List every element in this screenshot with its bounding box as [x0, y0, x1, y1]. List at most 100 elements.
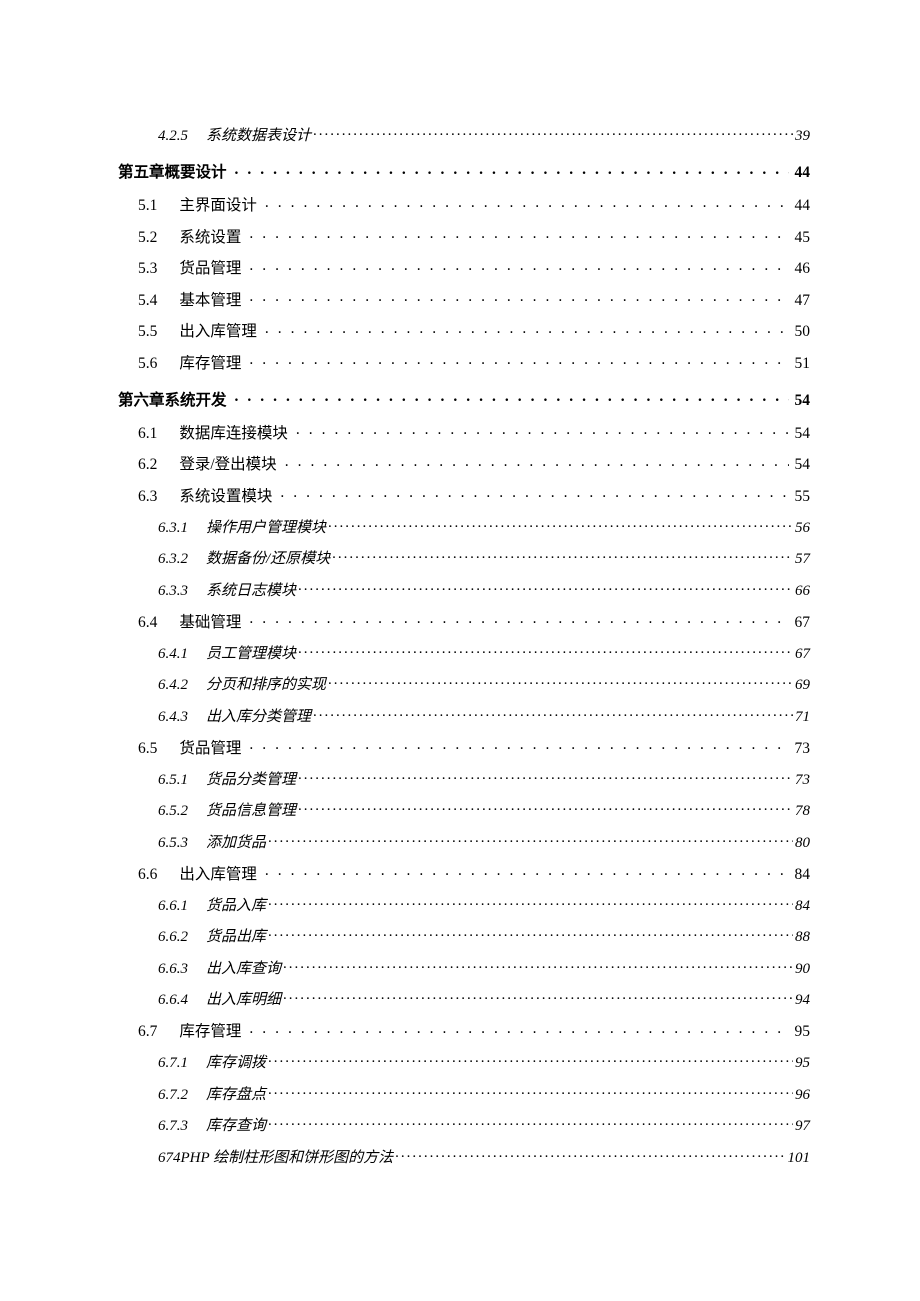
toc-entry-title: 基础管理	[179, 615, 241, 631]
toc-entry-number: 6.5.1	[158, 773, 188, 788]
toc-leader: ........................................…	[235, 389, 789, 405]
toc-entry-page: 80	[795, 836, 810, 851]
toc-entry-title: 出入库管理	[179, 867, 257, 883]
toc-entry-page: 66	[795, 584, 810, 599]
toc-chapter: 第六章系统开发.................................…	[118, 389, 810, 408]
toc-subsection: 6.6.2 货品出库...............................…	[118, 926, 810, 945]
toc-subsection: 6.3.2数据备份/还原模块..........................…	[118, 548, 810, 567]
toc-entry-label: 5.6库存管理	[138, 356, 241, 372]
toc-leader: ........................................…	[298, 769, 793, 784]
toc-leader: ........................................…	[395, 1147, 785, 1162]
toc-section: 5.1主界面设计................................…	[118, 195, 810, 214]
toc-subsection: 6.7.1库存调拨...............................…	[118, 1052, 810, 1071]
toc-entry-label: 6.5.1 货品分类管理	[158, 773, 296, 788]
toc-subsection: 6.5.1 货品分类管理.............................…	[118, 769, 810, 788]
toc-leader: ........................................…	[265, 195, 789, 211]
toc-entry-title: 货品出库	[206, 930, 266, 945]
toc-entry-label: 6.3.3 系统日志模块	[158, 584, 296, 599]
toc-entry-number: 6.6	[138, 867, 157, 883]
toc-leader: ........................................…	[313, 706, 793, 721]
toc-entry-page: 96	[795, 1088, 810, 1103]
toc-leader: ........................................…	[268, 1084, 793, 1099]
toc-leader: ........................................…	[268, 926, 793, 941]
toc-entry-title: 第五章概要设计	[118, 165, 227, 181]
toc-entry-number: 5.5	[138, 324, 157, 340]
toc-entry-title: 系统设置	[179, 230, 241, 246]
toc-entry-page: 97	[795, 1119, 810, 1134]
toc-entry-label: 6.7.3库存查询	[158, 1119, 266, 1134]
toc-entry-number: 6.5	[138, 741, 157, 757]
toc-entry-title: 库存盘点	[206, 1088, 266, 1103]
toc-entry-page: 57	[795, 552, 810, 567]
toc-leader: ........................................…	[249, 352, 788, 368]
toc-subsection: 6.6.1货品入库...............................…	[118, 895, 810, 914]
toc-subsection: 6.7.3库存查询...............................…	[118, 1115, 810, 1134]
toc-entry-title: 货品分类管理	[206, 773, 296, 788]
toc-entry-label: 6.5货品管理	[138, 741, 241, 757]
toc-entry-label: 6.4.2分页和排序的实现	[158, 678, 326, 693]
toc-entry-title: 库存调拨	[206, 1056, 266, 1071]
toc-leader: ........................................…	[249, 611, 788, 627]
toc-section: 5.6库存管理.................................…	[118, 352, 810, 371]
toc-entry-label: 5.1主界面设计	[138, 198, 257, 214]
toc-entry-label: 6.5.2货品信息管理	[158, 804, 296, 819]
toc-entry-title: 出入库分类管理	[206, 710, 311, 725]
toc-entry-label: 6.4.3出入库分类管理	[158, 710, 311, 725]
toc-entry-number: 5.4	[138, 293, 157, 309]
toc-entry-page: 71	[795, 710, 810, 725]
toc-leader: ........................................…	[265, 863, 789, 879]
toc-entry-title: 员工管理模块	[206, 647, 296, 662]
toc-entry-label: 6.3.2数据备份/还原模块	[158, 552, 330, 567]
toc-entry-page: 67	[795, 647, 810, 662]
toc-entry-page: 56	[795, 521, 810, 536]
toc-entry-number: 6.2	[138, 457, 157, 473]
toc-entry-title: 出入库管理	[179, 324, 257, 340]
toc-subsection: 6.6.4出入库明细..............................…	[118, 989, 810, 1008]
toc-entry-label: 6.3.1操作用户管理模块	[158, 521, 326, 536]
toc-leader: ........................................…	[235, 162, 789, 178]
toc-entry-title: 货品入库	[206, 899, 266, 914]
toc-subsection: 6.5.3添加货品...............................…	[118, 832, 810, 851]
toc-entry-page: 50	[795, 324, 811, 340]
toc-entry-number: 6.3.3	[158, 584, 188, 599]
toc-entry-number: 6.6.3	[158, 962, 188, 977]
toc-entry-title: 数据备份/还原模块	[206, 552, 330, 567]
toc-section: 5.2系统设置.................................…	[118, 226, 810, 245]
toc-entry-page: 88	[795, 930, 810, 945]
toc-entry-label: 6.6 出入库管理	[138, 867, 257, 883]
toc-leader: ........................................…	[283, 958, 793, 973]
toc-subsection: 6.3.3系统日志模块.............................…	[118, 580, 810, 599]
toc-section: 6.1数据库连接模块..............................…	[118, 422, 810, 441]
toc-entry-label: 6.7.2库存盘点	[158, 1088, 266, 1103]
toc-entry-title: 出入库查询	[206, 962, 281, 977]
toc-entry-label: 4.2.5系统数据表设计	[158, 129, 311, 144]
toc-entry-title: 674PHP 绘制柱形图和饼形图的方法	[158, 1151, 393, 1166]
toc-leader: ........................................…	[268, 1052, 793, 1067]
toc-entry-number: 4.2.5	[158, 129, 188, 144]
toc-entry-page: 90	[795, 962, 810, 977]
toc-section: 6.4基础管理.................................…	[118, 611, 810, 630]
toc-entry-number: 6.5.3	[158, 836, 188, 851]
toc-entry-title: 库存管理	[179, 1024, 241, 1040]
toc-subsection: 6.7.2库存盘点...............................…	[118, 1084, 810, 1103]
toc-entry-number: 6.3.1	[158, 521, 188, 536]
toc-leader: ........................................…	[332, 548, 793, 563]
toc-entry-title: 系统日志模块	[206, 584, 296, 599]
toc-section: 6.2登录/登出模块..............................…	[118, 454, 810, 473]
toc-subsection: 6.4.3出入库分类管理............................…	[118, 706, 810, 725]
toc-leader: ........................................…	[285, 454, 789, 470]
toc-leader: ........................................…	[268, 1115, 793, 1130]
toc-entry-label: 6.6.4出入库明细	[158, 993, 281, 1008]
toc-entry-number: 6.3	[138, 489, 157, 505]
toc-entry-page: 54	[795, 426, 811, 442]
toc-entry-title: 库存查询	[206, 1119, 266, 1134]
toc-entry-page: 84	[795, 867, 811, 883]
toc-entry-number: 6.6.2	[158, 930, 188, 945]
toc-entry-page: 95	[795, 1024, 811, 1040]
toc-subsection: 6.5.2货品信息管理.............................…	[118, 800, 810, 819]
toc-subsection: 6.4.1员工管理模块.............................…	[118, 643, 810, 662]
toc-entry-title: 出入库明细	[206, 993, 281, 1008]
toc-entry-title: 货品信息管理	[206, 804, 296, 819]
toc-entry-label: 6.4.1员工管理模块	[158, 647, 296, 662]
toc-section: 5.4基本管理.................................…	[118, 289, 810, 308]
